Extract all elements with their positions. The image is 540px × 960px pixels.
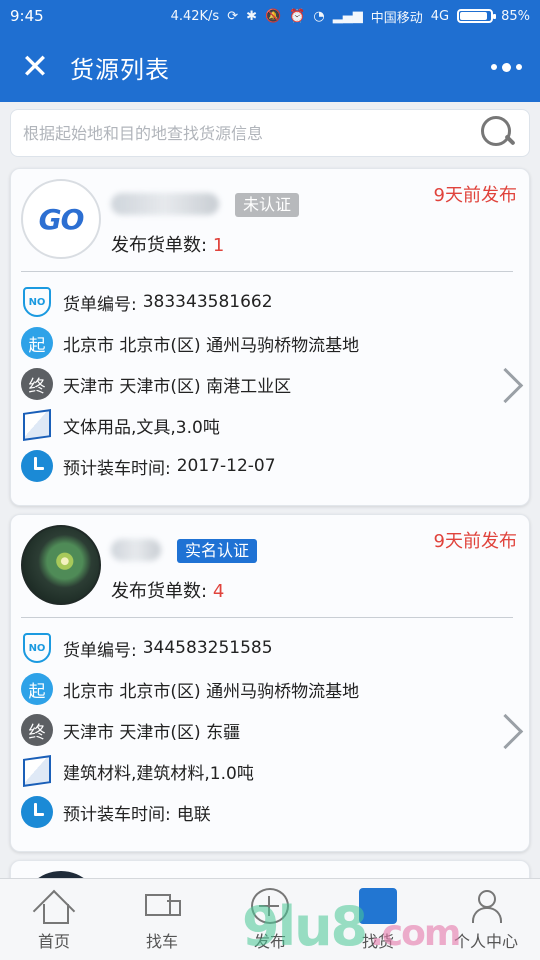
- status-right: 4.42K/s ⟳ ✱ 🔕 ⏰ ◔ ▂▄▆ 中国移动 4G 85%: [171, 7, 530, 26]
- home-icon: [35, 888, 73, 924]
- chevron-right-icon[interactable]: [493, 365, 519, 409]
- publish-time: 9天前发布: [433, 185, 517, 206]
- tab-find-cargo[interactable]: 找货: [324, 879, 432, 960]
- user-icon: [467, 888, 505, 924]
- status-badge: 实名认证: [177, 539, 258, 563]
- destination-text: 天津市 天津市(区) 南港工业区: [63, 376, 292, 397]
- order-number-label: 货单编号:: [63, 640, 137, 661]
- avatar: GO: [21, 179, 101, 259]
- order-count-value: 1: [212, 235, 225, 256]
- tab-label: 发布: [253, 932, 286, 951]
- end-icon: 终: [21, 714, 53, 746]
- more-dot: [491, 64, 497, 70]
- order-number-row: NO 货单编号: 383343581662: [21, 285, 273, 319]
- close-icon[interactable]: ✕: [0, 32, 70, 102]
- search-bar: [10, 109, 530, 157]
- cargo-card[interactable]: GO 未认证 9天前发布 发布货单数: 1 NO 货单编号: 383343581…: [10, 168, 530, 506]
- shield-no-icon: NO: [21, 286, 53, 318]
- load-time-row: 预计装车时间: 2017-12-07: [21, 449, 276, 483]
- order-number-value: 383343581662: [142, 292, 273, 312]
- status-badge: 未认证: [235, 193, 300, 217]
- alarm-icon: ⏰: [289, 8, 306, 24]
- publish-time: 9天前发布: [433, 531, 517, 552]
- bottom-tab-bar: 首页 找车 发布 找货 个人中心: [0, 878, 540, 960]
- cargo-text: 文体用品,文具,3.0吨: [63, 417, 220, 438]
- destination-text: 天津市 天津市(区) 东疆: [63, 722, 241, 743]
- load-time-value: 电联: [176, 804, 211, 825]
- status-bar: 9:45 4.42K/s ⟳ ✱ 🔕 ⏰ ◔ ▂▄▆ 中国移动 4G 85%: [0, 0, 540, 32]
- divider: [21, 271, 513, 272]
- load-time-label: 预计装车时间:: [63, 804, 171, 825]
- battery-fill: [460, 12, 488, 20]
- clock-icon: [21, 450, 53, 482]
- start-icon: 起: [21, 327, 53, 359]
- carrier-name: 中国移动: [370, 10, 423, 26]
- origin-row: 起 北京市 北京市(区) 通州马驹桥物流基地: [21, 326, 359, 360]
- destination-row: 终 天津市 天津市(区) 南港工业区: [21, 367, 291, 401]
- battery-icon: [457, 9, 497, 23]
- load-time-value: 2017-12-07: [176, 456, 276, 476]
- more-dot: [516, 64, 522, 70]
- cargo-row: 建筑材料,建筑材料,1.0吨: [21, 754, 254, 788]
- origin-row: 起 北京市 北京市(区) 通州马驹桥物流基地: [21, 672, 359, 706]
- tab-label: 找货: [361, 932, 394, 951]
- mute-icon: 🔕: [265, 8, 282, 24]
- order-count-label: 发布货单数:: [111, 235, 208, 256]
- order-count: 发布货单数: 4: [111, 577, 224, 603]
- bluetooth-icon: ✱: [246, 8, 257, 24]
- network-type: 4G: [430, 8, 450, 24]
- destination-row: 终 天津市 天津市(区) 东疆: [21, 713, 240, 747]
- box-icon: [21, 755, 53, 787]
- box-icon: [21, 409, 53, 441]
- tab-home[interactable]: 首页: [0, 879, 108, 960]
- origin-text: 北京市 北京市(区) 通州马驹桥物流基地: [63, 681, 360, 702]
- order-count-value: 4: [212, 581, 225, 602]
- start-icon: 起: [21, 673, 53, 705]
- blurred-username: [111, 539, 161, 561]
- origin-text: 北京市 北京市(区) 通州马驹桥物流基地: [63, 335, 360, 356]
- tab-label: 个人中心: [453, 932, 518, 951]
- order-number-value: 344583251585: [142, 638, 273, 658]
- status-time: 9:45: [10, 7, 44, 25]
- search-input[interactable]: [23, 123, 477, 143]
- tab-profile[interactable]: 个人中心: [432, 879, 540, 960]
- battery-percent: 85%: [501, 8, 530, 24]
- tab-find-truck[interactable]: 找车: [108, 879, 216, 960]
- more-icon[interactable]: [491, 62, 522, 72]
- clock-icon: [21, 796, 53, 828]
- shield-no-icon: NO: [21, 632, 53, 664]
- chevron-right-icon[interactable]: [493, 711, 519, 755]
- wifi-icon: ◔: [313, 8, 325, 24]
- blurred-username: [111, 193, 219, 215]
- order-count: 发布货单数: 1: [111, 231, 224, 257]
- avatar: [21, 525, 101, 605]
- cargo-row: 文体用品,文具,3.0吨: [21, 408, 220, 442]
- net-speed: 4.42K/s: [170, 8, 220, 24]
- plus-icon: [251, 888, 289, 924]
- truck-icon: [143, 888, 181, 924]
- order-count-label: 发布货单数:: [111, 581, 208, 602]
- cargo-text: 建筑材料,建筑材料,1.0吨: [63, 763, 254, 784]
- tab-label: 找车: [145, 932, 178, 951]
- load-time-row: 预计装车时间: 电联: [21, 795, 211, 829]
- load-time-label: 预计装车时间:: [63, 458, 171, 479]
- page-title: 货源列表: [70, 55, 170, 84]
- signal-icon: ▂▄▆: [332, 8, 363, 24]
- cargo-card[interactable]: 实名认证 9天前发布 发布货单数: 4 NO 货单编号: 34458325158…: [10, 514, 530, 852]
- nav-bar: ✕ 货源列表: [0, 32, 540, 102]
- sync-icon: ⟳: [227, 8, 239, 24]
- divider: [21, 617, 513, 618]
- cargo-icon: [359, 888, 397, 924]
- more-dot: [502, 62, 511, 72]
- tab-publish[interactable]: 发布: [216, 879, 324, 960]
- search-icon[interactable]: [477, 113, 517, 153]
- end-icon: 终: [21, 368, 53, 400]
- avatar-logo: GO: [38, 202, 85, 236]
- order-number-row: NO 货单编号: 344583251585: [21, 631, 273, 665]
- order-number-label: 货单编号:: [63, 294, 137, 315]
